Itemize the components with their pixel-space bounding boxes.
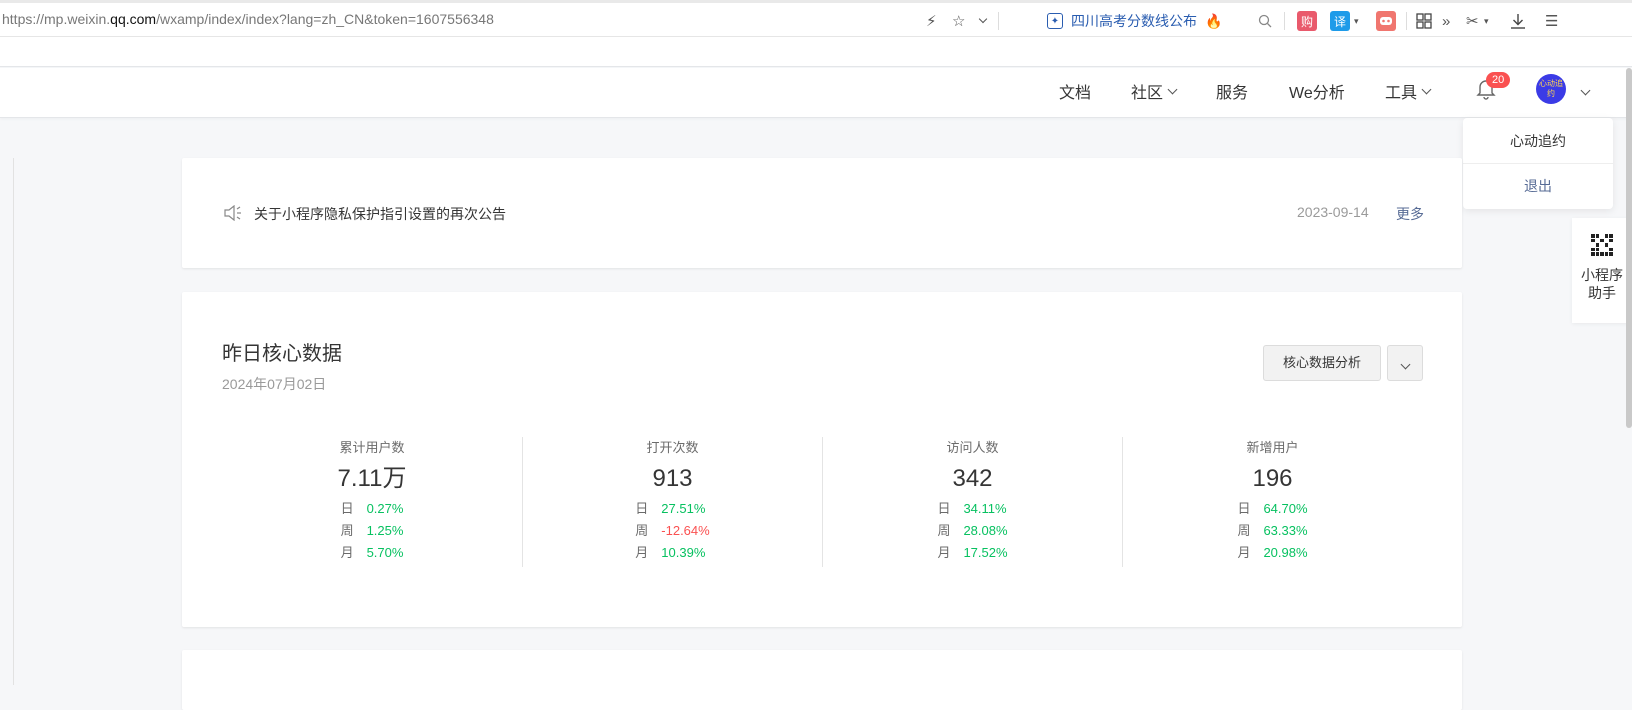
browser-infobar: [0, 37, 1632, 67]
avatar[interactable]: 心动追约: [1536, 74, 1566, 104]
chevron-down-icon: [1400, 359, 1411, 370]
miniprogram-assistant[interactable]: 小程序 助手: [1572, 218, 1632, 323]
stat-total-users: 累计用户数 7.11万 日 0.27% 周 1.25% 月 5.70%: [222, 437, 522, 567]
toolbar-divider: [1284, 12, 1285, 30]
site-header: 文档 社区 服务 We分析 工具 20 心动追约: [0, 68, 1632, 118]
browser-toolbar: https://mp.weixin.qq.com/wxamp/index/ind…: [0, 0, 1632, 37]
translate-extension-icon[interactable]: 译: [1330, 11, 1350, 31]
stat-change-month: 月 5.70%: [340, 545, 404, 560]
scissors-dropdown-icon[interactable]: ▾: [1484, 10, 1489, 32]
chevron-down-icon: [1421, 84, 1432, 94]
user-menu: 心动追约 退出: [1463, 118, 1613, 209]
stat-label: 访问人数: [946, 440, 999, 455]
logout-link[interactable]: 退出: [1463, 164, 1613, 208]
chevron-down-icon[interactable]: [976, 10, 988, 32]
core-data-card: 昨日核心数据 2024年07月02日 核心数据分析 累计用户数 7.11万 日0…: [182, 292, 1462, 627]
assistant-label-line1: 小程序: [1581, 267, 1623, 283]
search-icon[interactable]: [1258, 10, 1272, 32]
stat-change-week: 周 1.25%: [340, 523, 404, 538]
stat-change-week: 周 63.33%: [1237, 523, 1308, 538]
game-extension-icon[interactable]: [1376, 11, 1396, 31]
url-host: qq.com: [110, 11, 157, 27]
stat-change-day: 日 27.51%: [635, 501, 706, 516]
notice-more-link[interactable]: 更多: [1396, 204, 1424, 224]
stat-new-users: 新增用户 196 日 64.70% 周 63.33% 月 20.98%: [1122, 437, 1422, 567]
stat-change-day: 日 0.27%: [340, 501, 404, 516]
nav-docs[interactable]: 文档: [1059, 79, 1091, 103]
chevron-down-icon: [1167, 84, 1178, 94]
toolbar-divider: [998, 12, 999, 30]
nav-service[interactable]: 服务: [1216, 79, 1248, 103]
stat-value: 196: [1252, 465, 1293, 492]
star-icon[interactable]: ☆: [952, 10, 965, 32]
qrcode-icon: [1591, 234, 1613, 256]
speaker-icon: [224, 204, 244, 222]
stat-change-week: 周 28.08%: [937, 523, 1008, 538]
download-icon[interactable]: [1510, 10, 1526, 32]
baidu-paw-icon: ✦: [1047, 13, 1063, 29]
bookmark-text: 四川高考分数线公布: [1071, 13, 1197, 29]
lightning-icon[interactable]: ⚡: [926, 10, 937, 32]
notice-date: 2023-09-14: [1297, 204, 1369, 220]
address-bar[interactable]: https://mp.weixin.qq.com/wxamp/index/ind…: [2, 11, 494, 27]
core-data-title: 昨日核心数据: [222, 343, 342, 365]
core-dropdown-button[interactable]: [1387, 345, 1423, 381]
toolbar-divider: [1406, 12, 1407, 30]
nav-community[interactable]: 社区: [1131, 79, 1178, 103]
shopping-extension-icon[interactable]: 购: [1297, 11, 1317, 31]
page-scrollbar[interactable]: [1626, 68, 1632, 428]
user-menu-name[interactable]: 心动追约: [1463, 118, 1613, 164]
stat-change-day: 日 64.70%: [1237, 501, 1308, 516]
url-path: /wxamp/index/index?lang=zh_CN&token=1607…: [156, 11, 494, 27]
stat-change-month: 月 20.98%: [1237, 545, 1308, 560]
apps-grid-icon[interactable]: [1416, 10, 1432, 32]
next-section-card: [182, 650, 1462, 710]
chevron-down-icon[interactable]: [1578, 81, 1591, 99]
core-analysis-button[interactable]: 核心数据分析: [1263, 345, 1381, 381]
url-prefix: https://mp.weixin.: [2, 11, 111, 27]
assistant-label-line2: 助手: [1588, 285, 1616, 301]
menu-icon[interactable]: ☰: [1545, 10, 1558, 32]
nav-tools[interactable]: 工具: [1385, 79, 1432, 103]
stat-label: 新增用户: [1246, 440, 1299, 455]
scissors-icon[interactable]: ✂: [1466, 10, 1479, 32]
stats-row: 累计用户数 7.11万 日 0.27% 周 1.25% 月 5.70% 打开次数 91…: [222, 437, 1422, 567]
stat-label: 打开次数: [646, 440, 699, 455]
stat-label: 累计用户数: [339, 440, 405, 455]
stat-visitors: 访问人数 342 日 34.11% 周 28.08% 月 17.52%: [822, 437, 1122, 567]
notification-badge: 20: [1486, 72, 1511, 88]
core-data-date: 2024年07月02日: [222, 376, 327, 392]
notice-card: 关于小程序隐私保护指引设置的再次公告 2023-09-14 更多: [182, 158, 1462, 268]
stat-opens: 打开次数 913 日 27.51% 周 -12.64% 月 10.39%: [522, 437, 822, 567]
fire-icon: 🔥: [1205, 12, 1223, 29]
more-extensions-icon[interactable]: »: [1442, 10, 1450, 32]
hot-search-bookmark[interactable]: ✦ 四川高考分数线公布 🔥: [1047, 11, 1222, 31]
stat-value: 342: [952, 465, 993, 492]
sidebar-border: [13, 158, 14, 685]
notice-title[interactable]: 关于小程序隐私保护指引设置的再次公告: [254, 204, 506, 224]
stat-change-day: 日 34.11%: [937, 501, 1007, 516]
stat-change-month: 月 17.52%: [937, 545, 1008, 560]
stat-change-month: 月 10.39%: [635, 545, 706, 560]
stat-change-week: 周 -12.64%: [635, 523, 710, 538]
stat-value: 913: [652, 465, 693, 492]
stat-value: 7.11万: [337, 465, 407, 492]
translate-dropdown-icon[interactable]: ▾: [1354, 10, 1359, 32]
nav-we-analysis[interactable]: We分析: [1289, 79, 1345, 103]
